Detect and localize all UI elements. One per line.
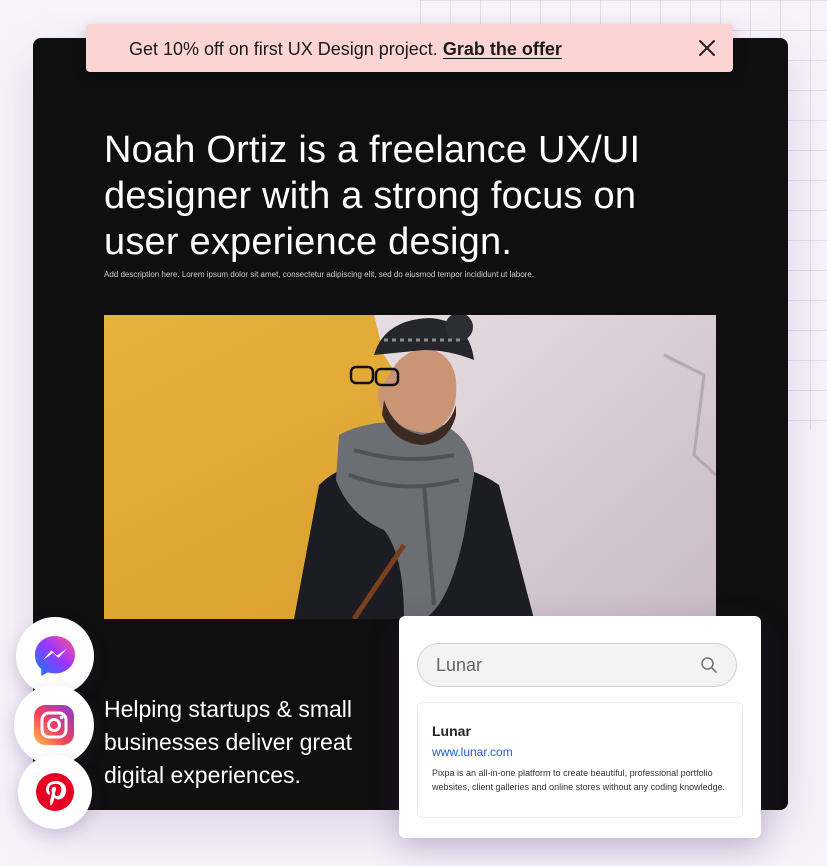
pinterest-button[interactable] bbox=[18, 755, 92, 829]
result-title[interactable]: Lunar bbox=[432, 723, 471, 739]
offer-banner: Get 10% off on first UX Design project. … bbox=[86, 24, 733, 72]
messenger-button[interactable] bbox=[16, 617, 94, 695]
search-result[interactable]: Lunar www.lunar.com Pixpa is an all-in-o… bbox=[417, 702, 743, 818]
messenger-icon bbox=[35, 636, 75, 676]
search-icon[interactable] bbox=[700, 656, 718, 674]
portrait-illustration bbox=[104, 315, 716, 619]
search-input[interactable] bbox=[436, 652, 686, 678]
search-bar bbox=[417, 643, 737, 687]
pinterest-icon bbox=[36, 773, 74, 811]
instagram-button[interactable] bbox=[14, 685, 94, 765]
tagline-text: Helping startups & small businesses deli… bbox=[104, 696, 353, 788]
result-description: Pixpa is an all-in-one platform to creat… bbox=[432, 768, 726, 792]
hero-description: Add description here. Lorem ipsum dolor … bbox=[104, 270, 535, 279]
close-icon[interactable] bbox=[695, 36, 719, 60]
instagram-icon bbox=[34, 705, 74, 745]
offer-banner-text: Get 10% off on first UX Design project. … bbox=[129, 38, 562, 60]
offer-message: Get 10% off on first UX Design project. bbox=[129, 39, 438, 59]
hero-headline: Noah Ortiz is a freelance UX/UI designer… bbox=[104, 129, 641, 263]
result-url[interactable]: www.lunar.com bbox=[432, 745, 513, 759]
hero-photo bbox=[104, 315, 716, 619]
grab-offer-link[interactable]: Grab the offer bbox=[443, 39, 562, 59]
search-preview-card: Lunar www.lunar.com Pixpa is an all-in-o… bbox=[399, 616, 761, 838]
